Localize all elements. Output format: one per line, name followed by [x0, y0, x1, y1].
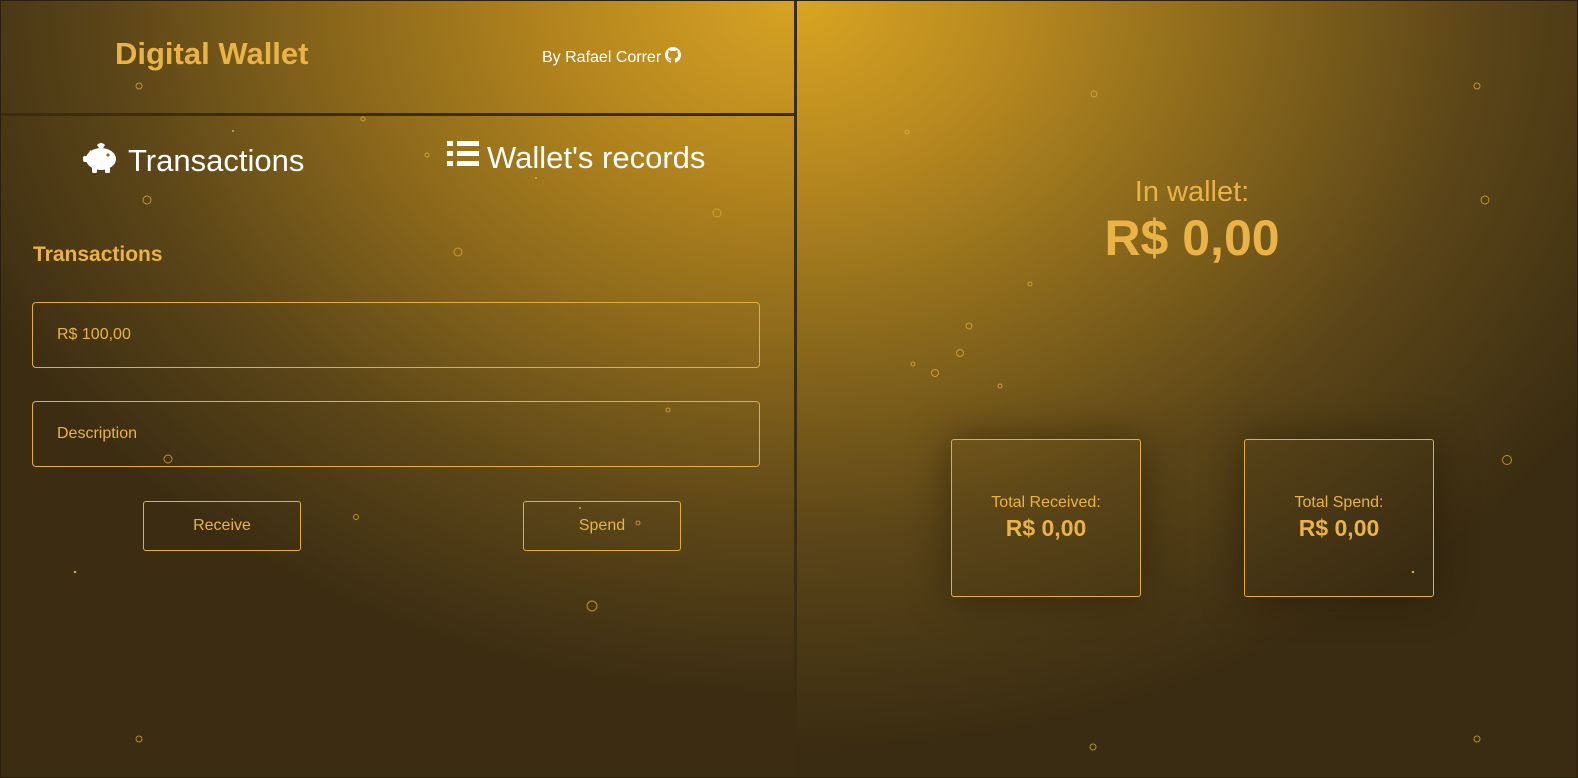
transactions-panel: Digital Wallet By Rafael Correr Transact…: [0, 0, 797, 778]
author-name: By Rafael Correr: [542, 48, 662, 66]
total-received-label: Total Received:: [991, 494, 1101, 511]
in-wallet-label: In wallet:: [1134, 176, 1250, 208]
decorative-bubbles: [73, 82, 722, 743]
total-spend-value: R$ 0,00: [1298, 515, 1380, 541]
app-title: Digital Wallet: [115, 36, 309, 71]
in-wallet-value: R$ 0,00: [1104, 210, 1280, 266]
total-received-value: R$ 0,00: [1005, 515, 1087, 541]
nav-transactions-label: Transactions: [128, 143, 305, 178]
nav-wallet-records[interactable]: Wallet's records: [447, 140, 705, 176]
total-received-card: Total Received: R$ 0,00: [951, 439, 1141, 597]
receive-button[interactable]: Receive: [143, 501, 301, 551]
decorative-bubbles-right: [904, 82, 1512, 751]
piggy-bank-icon: [82, 140, 120, 182]
app-header: Digital Wallet By Rafael Correr: [0, 0, 794, 116]
total-spend-card: Total Spend: R$ 0,00: [1244, 439, 1434, 597]
author-link[interactable]: By Rafael Correr: [542, 47, 682, 68]
description-input[interactable]: [32, 401, 760, 467]
nav-records-label: Wallet's records: [487, 140, 706, 175]
amount-input[interactable]: [32, 302, 760, 368]
section-title: Transactions: [33, 243, 163, 266]
nav-transactions[interactable]: Transactions: [82, 140, 304, 182]
wallet-panel: [797, 0, 1578, 778]
spend-button[interactable]: Spend: [523, 501, 681, 551]
total-spend-label: Total Spend:: [1294, 494, 1384, 511]
list-icon: [447, 140, 479, 176]
github-icon: [665, 47, 682, 68]
